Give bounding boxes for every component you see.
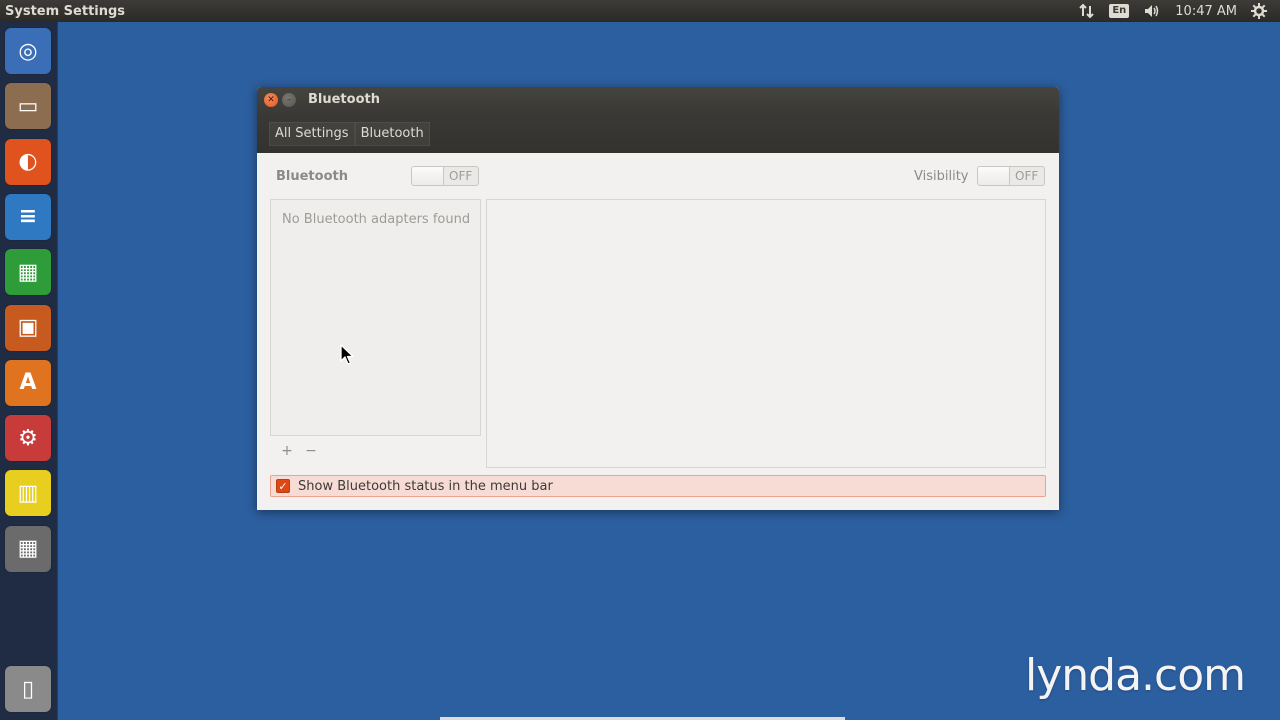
- dash-home-glyph: ◎: [18, 38, 38, 64]
- show-status-row[interactable]: ✓ Show Bluetooth status in the menu bar: [270, 475, 1046, 497]
- libreoffice-writer-glyph: ≡: [18, 204, 38, 230]
- bluetooth-window: ✕ – Bluetooth All Settings Bluetooth Blu…: [257, 87, 1059, 510]
- adapter-list-actions: + −: [270, 436, 481, 466]
- bluetooth-label: Bluetooth: [276, 169, 348, 184]
- gear-icon[interactable]: [1244, 0, 1274, 22]
- device-details-panel: [486, 199, 1046, 468]
- launcher-libreoffice-writer-icon[interactable]: ≡: [5, 193, 51, 240]
- show-status-label: Show Bluetooth status in the menu bar: [298, 478, 553, 494]
- launcher-calculator-icon[interactable]: ▦: [5, 525, 51, 572]
- firefox-glyph: ◐: [18, 149, 38, 175]
- calculator-glyph: ▦: [17, 536, 39, 562]
- top-panel: System Settings En 10:47 AM: [0, 0, 1280, 22]
- files-glyph: ▭: [17, 93, 39, 119]
- visibility-toggle[interactable]: OFF: [977, 166, 1045, 186]
- indicator-area: En 10:47 AM: [1072, 0, 1274, 22]
- adapter-list[interactable]: No Bluetooth adapters found: [270, 199, 481, 436]
- window-titlebar[interactable]: ✕ – Bluetooth: [257, 87, 1059, 114]
- minimize-button[interactable]: –: [282, 93, 296, 107]
- toggle-knob: [978, 167, 1010, 185]
- app-title: System Settings: [5, 3, 126, 19]
- no-adapters-message: No Bluetooth adapters found: [282, 212, 471, 227]
- launcher-ubuntu-software-center-icon[interactable]: A: [5, 359, 51, 406]
- libreoffice-calc-glyph: ▦: [17, 259, 39, 285]
- volume-icon[interactable]: [1136, 0, 1168, 22]
- bluetooth-toggle[interactable]: OFF: [411, 166, 479, 186]
- breadcrumb-bluetooth[interactable]: Bluetooth: [354, 121, 430, 146]
- system-settings-glyph: ⚙: [18, 425, 38, 451]
- breadcrumb: All Settings Bluetooth: [257, 114, 1059, 153]
- visibility-label: Visibility: [914, 169, 969, 184]
- ubuntu-software-center-glyph: A: [19, 370, 37, 396]
- keyboard-layout-indicator[interactable]: En: [1102, 0, 1136, 22]
- launcher-libreoffice-calc-icon[interactable]: ▦: [5, 249, 51, 296]
- launcher-firefox-icon[interactable]: ◐: [5, 138, 51, 185]
- mouse-cursor-icon: [340, 344, 354, 365]
- libreoffice-impress-glyph: ▣: [17, 315, 39, 340]
- close-button[interactable]: ✕: [264, 93, 278, 107]
- launcher: ◎ ▭ ◐ ≡ ▦ ▣ A ⚙ ▥ ▦ ▯: [0, 22, 58, 720]
- window-title: Bluetooth: [308, 92, 380, 107]
- bluetooth-toggle-state: OFF: [449, 169, 473, 183]
- clock[interactable]: 10:47 AM: [1168, 0, 1244, 22]
- show-status-checkbox[interactable]: ✓: [276, 479, 290, 493]
- launcher-system-settings-icon[interactable]: ⚙: [5, 415, 51, 462]
- lens-app-glyph: ▥: [17, 480, 39, 506]
- lynda-watermark: lynda.com: [1025, 650, 1246, 701]
- breadcrumb-all-settings[interactable]: All Settings: [269, 121, 355, 146]
- launcher-libreoffice-impress-icon[interactable]: ▣: [5, 304, 51, 351]
- trash-glyph: ▯: [21, 676, 35, 702]
- toggle-knob: [412, 167, 444, 185]
- launcher-trash-icon[interactable]: ▯: [5, 666, 51, 712]
- bluetooth-panel: Bluetooth OFF Visibility OFF No Bluetoot…: [257, 153, 1059, 510]
- add-device-button[interactable]: +: [276, 441, 298, 461]
- launcher-lens-app-icon[interactable]: ▥: [5, 470, 51, 517]
- launcher-dash-home-icon[interactable]: ◎: [5, 28, 51, 74]
- visibility-toggle-state: OFF: [1015, 169, 1039, 183]
- network-icon[interactable]: [1072, 0, 1102, 22]
- launcher-files-icon[interactable]: ▭: [5, 83, 51, 130]
- remove-device-button[interactable]: −: [300, 441, 322, 461]
- language-badge: En: [1109, 4, 1130, 18]
